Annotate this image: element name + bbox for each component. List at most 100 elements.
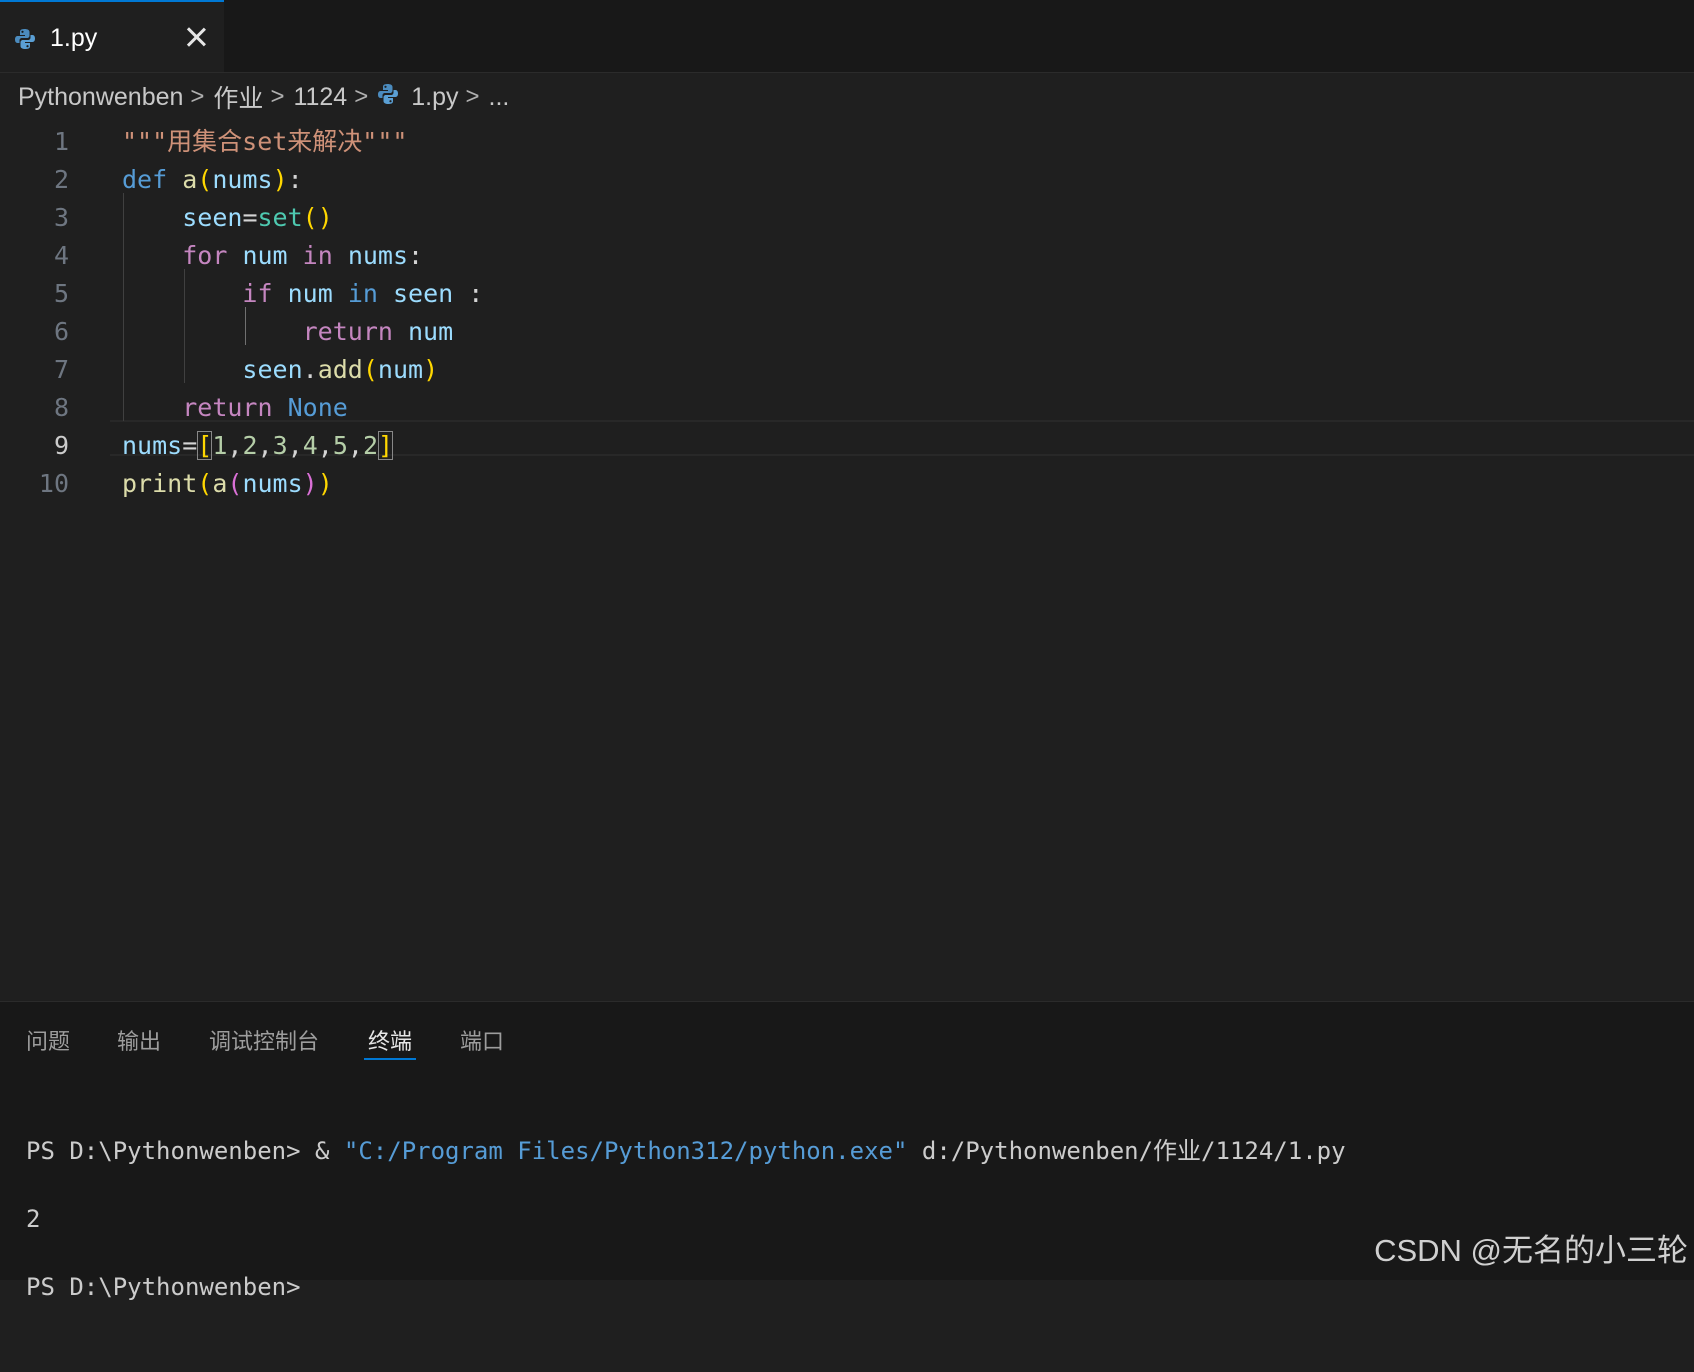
code-token: seen — [242, 355, 303, 384]
code-token: . — [302, 355, 318, 384]
code-token: 5 — [332, 431, 348, 460]
breadcrumb-item-symbols[interactable]: ... — [489, 83, 510, 112]
chevron-right-icon: > — [190, 83, 205, 110]
code-token: [ — [197, 431, 213, 460]
tab-label: 1.py — [50, 24, 98, 52]
code-text: def a(nums): — [122, 161, 303, 199]
code-text: for num in nums: — [122, 237, 423, 275]
code-token: , — [257, 431, 273, 460]
code-token: : — [453, 279, 484, 308]
breadcrumb-item-subfolder[interactable]: 作业 — [213, 79, 263, 115]
terminal-line: PS D:\Pythonwenben> & "C:/Program Files/… — [26, 1134, 1676, 1168]
code-token: ( — [197, 165, 213, 194]
code-token: = — [242, 203, 258, 232]
line-number: 2 — [53, 165, 69, 194]
code-token: 1 — [212, 431, 228, 460]
code-token: 2 — [362, 431, 379, 460]
tab-debug-console[interactable]: 调试控制台 — [209, 1024, 319, 1056]
code-token: seen — [182, 203, 243, 232]
code-token: : — [287, 165, 303, 194]
terminal-exe-path: "C:/Program Files/Python312/python.exe" — [343, 1137, 908, 1165]
breadcrumb-item-folder[interactable]: Pythonwenben — [18, 83, 183, 112]
code-editor[interactable]: 1 """用集合set来解决""" 2 def a(nums): 3 seen=set(… — [0, 117, 1694, 1000]
watermark: CSDN @无名的小三轮 — [1374, 1233, 1688, 1268]
code-line[interactable]: 4 for num in nums: — [0, 237, 1694, 275]
breadcrumb-item-file[interactable]: 1.py — [411, 83, 458, 112]
code-token: 3 — [272, 431, 288, 460]
code-line[interactable]: 5 if num in seen : — [0, 275, 1694, 313]
breadcrumb: Pythonwenben > 作业 > 1124 > 1.py > ... — [18, 80, 509, 114]
code-token: in — [302, 241, 333, 270]
chevron-right-icon: > — [465, 83, 480, 110]
chevron-right-icon: > — [354, 83, 369, 110]
code-token: a — [182, 165, 198, 194]
tab-problems[interactable]: 问题 — [26, 1024, 70, 1056]
code-token: in — [347, 279, 378, 308]
chevron-right-icon: > — [270, 83, 285, 110]
code-token: return — [182, 393, 273, 422]
code-token: add — [317, 355, 363, 384]
code-token: num — [242, 241, 288, 270]
code-token: ( — [362, 355, 378, 384]
code-token: def — [122, 165, 168, 194]
code-line[interactable]: 9 nums=[1,2,3,4,5,2] — [0, 427, 1694, 465]
code-text: return None — [122, 389, 348, 427]
code-line[interactable]: 7 seen.add(num) — [0, 351, 1694, 389]
code-token: if — [242, 279, 273, 308]
python-icon — [377, 83, 399, 112]
code-token: () — [302, 203, 333, 232]
code-line[interactable]: 2 def a(nums): — [0, 161, 1694, 199]
line-number: 3 — [53, 203, 69, 232]
tab-ports[interactable]: 端口 — [460, 1024, 504, 1056]
code-token: return — [302, 317, 393, 346]
code-line[interactable]: 3 seen=set() — [0, 199, 1694, 237]
tab-output[interactable]: 输出 — [117, 1024, 161, 1056]
code-token: print — [122, 469, 198, 498]
code-token: for — [182, 241, 228, 270]
code-line[interactable]: 1 """用集合set来解决""" — [0, 123, 1694, 161]
breadcrumb-item-subfolder-2[interactable]: 1124 — [293, 83, 347, 112]
code-token: = — [182, 431, 198, 460]
line-number: 7 — [53, 355, 69, 384]
code-text: seen.add(num) — [122, 351, 438, 389]
code-token: nums — [242, 469, 303, 498]
code-line[interactable]: 8 return None — [0, 389, 1694, 427]
code-token: , — [317, 431, 333, 460]
code-token: set — [257, 203, 303, 232]
line-number: 9 — [53, 431, 69, 460]
code-text: print(a(nums)) — [122, 465, 333, 503]
terminal-script-path: d:/Pythonwenben/作业/1124/1.py — [907, 1137, 1346, 1165]
code-token: , — [287, 431, 303, 460]
line-number: 5 — [53, 279, 69, 308]
close-icon[interactable] — [182, 23, 210, 51]
code-token: nums — [347, 241, 409, 270]
bottom-panel: 问题 输出 调试控制台 终端 端口 PS D:\Pythonwenben> & … — [0, 1001, 1694, 1301]
code-token: """用集合set来解决""" — [122, 127, 408, 156]
code-line[interactable]: 10 print(a(nums)) — [0, 465, 1694, 503]
code-text: """用集合set来解决""" — [122, 123, 407, 161]
code-token: 2 — [242, 431, 258, 460]
tab-terminal[interactable]: 终端 — [368, 1024, 412, 1056]
line-number: 1 — [53, 127, 69, 156]
tab-1-py[interactable]: 1.py — [0, 0, 224, 72]
code-token: ) — [272, 165, 288, 194]
code-token: ) — [423, 355, 439, 384]
code-line[interactable]: 6 return num — [0, 313, 1694, 351]
python-icon — [14, 28, 36, 55]
line-number: 8 — [53, 393, 69, 422]
code-text: nums=[1,2,3,4,5,2] — [122, 427, 394, 465]
terminal-prompt: PS D:\Pythonwenben> & — [26, 1137, 344, 1165]
code-token: nums — [122, 431, 183, 460]
code-text: if num in seen : — [122, 275, 483, 313]
